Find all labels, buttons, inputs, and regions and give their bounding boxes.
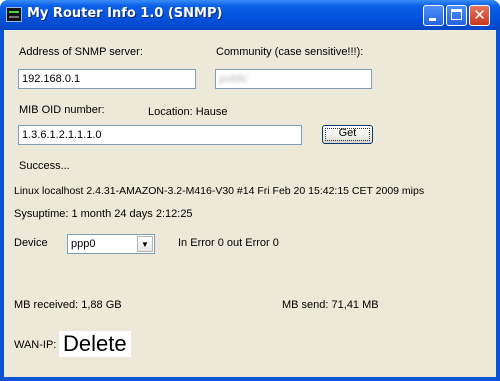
get-button[interactable]: Get <box>322 125 373 144</box>
focus-ring <box>325 128 370 141</box>
close-icon: ✕ <box>473 6 486 24</box>
minimize-icon <box>429 18 436 21</box>
maximize-button[interactable] <box>446 5 467 26</box>
community-input[interactable]: public <box>215 69 372 89</box>
mib-oid-input[interactable]: 1.3.6.1.2.1.1.1.0 <box>18 125 302 145</box>
address-input[interactable]: 192.168.0.1 <box>18 69 196 89</box>
title-bar[interactable]: My Router Info 1.0 (SNMP) ✕ <box>0 0 500 30</box>
minimize-button[interactable] <box>423 5 444 26</box>
wan-ip-value: Delete <box>59 331 131 357</box>
community-label: Community (case sensitive!!!): <box>216 46 364 58</box>
location-label: Location: Hause <box>148 106 228 118</box>
close-button[interactable]: ✕ <box>469 5 490 26</box>
window-title: My Router Info 1.0 (SNMP) <box>27 6 223 21</box>
system-description: Linux localhost 2.4.31-AMAZON-3.2-M416-V… <box>14 185 425 197</box>
router-app-icon[interactable] <box>6 7 22 22</box>
address-label: Address of SNMP server: <box>19 46 143 58</box>
mb-received: MB received: 1,88 GB <box>14 299 122 311</box>
sysuptime-text: Sysuptime: 1 month 24 days 2:12:25 <box>14 208 193 220</box>
device-select[interactable]: ppp0 ▼ <box>67 234 155 254</box>
mib-label: MIB OID number: <box>19 104 105 116</box>
chevron-down-icon[interactable]: ▼ <box>137 236 153 252</box>
error-counters: In Error 0 out Error 0 <box>178 237 279 249</box>
device-label: Device <box>14 237 48 249</box>
app-window: My Router Info 1.0 (SNMP) ✕ Address of S… <box>0 0 500 381</box>
maximize-icon <box>451 9 462 20</box>
device-selected-value: ppp0 <box>71 238 96 250</box>
mb-sent: MB send: 71,41 MB <box>282 299 379 311</box>
main-panel: Address of SNMP server: 192.168.0.1 Comm… <box>4 30 496 377</box>
community-value: public <box>219 73 248 85</box>
result-status: Success... <box>19 160 70 172</box>
wan-ip-label: WAN-IP: <box>14 339 57 351</box>
